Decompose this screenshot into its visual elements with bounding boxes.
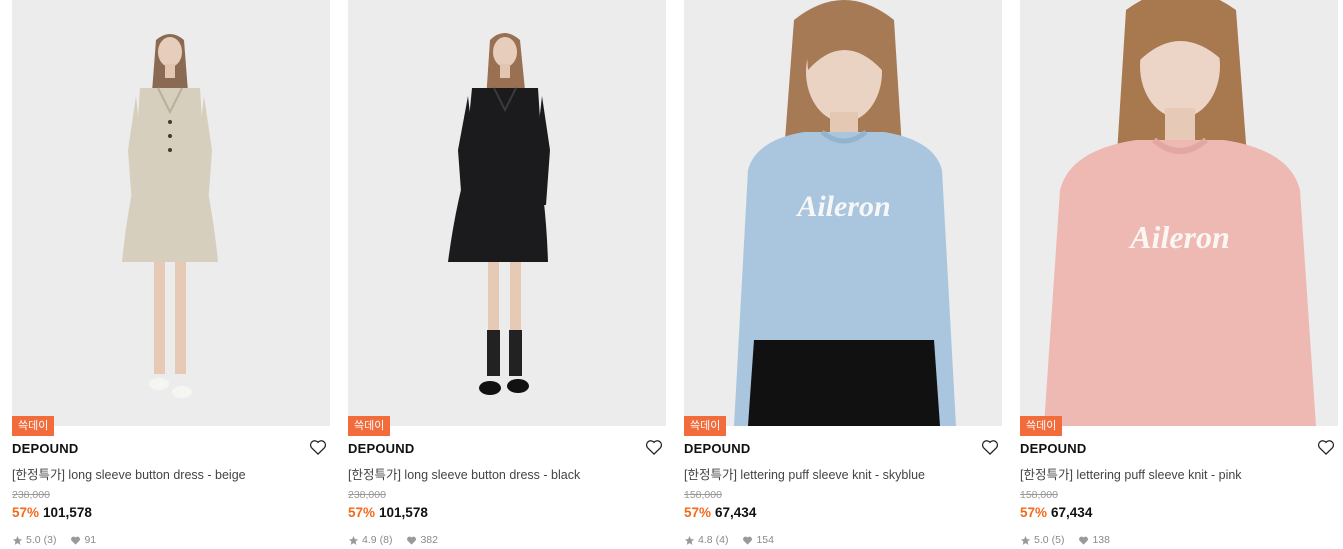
like-count-icon bbox=[1078, 535, 1089, 546]
star-icon bbox=[348, 535, 359, 546]
price-row: 57% 67,434 bbox=[1020, 505, 1092, 520]
discount-rate: 57% bbox=[1020, 505, 1048, 520]
product-stats: 5.0 (3) 91 bbox=[12, 534, 96, 546]
review-count: (3) bbox=[43, 534, 57, 546]
product-stats: 4.8 (4) 154 bbox=[684, 534, 774, 546]
product-card[interactable]: Aileron 쓱데이 DEPOUND [한정특가] lettering puf… bbox=[684, 0, 1002, 549]
like-count: 382 bbox=[420, 534, 438, 546]
heart-icon[interactable] bbox=[644, 437, 664, 457]
like-count-icon bbox=[742, 535, 753, 546]
product-card[interactable]: 쓱데이 DEPOUND [한정특가] long sleeve button dr… bbox=[348, 0, 666, 549]
product-name[interactable]: [한정특가] lettering puff sleeve knit - skyb… bbox=[684, 464, 925, 483]
rating-value: 4.8 bbox=[698, 534, 713, 546]
price-row: 57% 101,578 bbox=[12, 505, 92, 520]
original-price: 158,000 bbox=[1020, 489, 1058, 501]
star-icon bbox=[12, 535, 23, 546]
price-row: 57% 101,578 bbox=[348, 505, 428, 520]
original-price: 238,000 bbox=[12, 489, 50, 501]
sale-event-badge: 쓱데이 bbox=[684, 416, 727, 436]
review-count: (8) bbox=[379, 534, 393, 546]
heart-icon[interactable] bbox=[308, 437, 328, 457]
sale-event-badge: 쓱데이 bbox=[12, 416, 55, 436]
product-name[interactable]: [한정특가] long sleeve button dress - beige bbox=[12, 464, 246, 483]
discount-rate: 57% bbox=[684, 505, 712, 520]
brand-name[interactable]: DEPOUND bbox=[1020, 441, 1086, 456]
like-count-icon bbox=[406, 535, 417, 546]
like-count: 154 bbox=[756, 534, 774, 546]
sale-price: 67,434 bbox=[715, 505, 757, 520]
rating-value: 5.0 bbox=[26, 534, 41, 546]
price-row: 57% 67,434 bbox=[684, 505, 756, 520]
like-count-icon bbox=[70, 535, 81, 546]
product-card[interactable]: 쓱데이 DEPOUND [한정특가] long sleeve button dr… bbox=[12, 0, 330, 549]
product-image[interactable]: Aileron bbox=[684, 0, 1002, 426]
product-image[interactable] bbox=[12, 0, 330, 426]
review-count: (5) bbox=[1051, 534, 1065, 546]
sale-price: 67,434 bbox=[1051, 505, 1093, 520]
original-price: 158,000 bbox=[684, 489, 722, 501]
rating-value: 5.0 bbox=[1034, 534, 1049, 546]
sale-price: 101,578 bbox=[43, 505, 92, 520]
heart-icon[interactable] bbox=[1316, 437, 1336, 457]
heart-icon[interactable] bbox=[980, 437, 1000, 457]
product-stats: 5.0 (5) 138 bbox=[1020, 534, 1110, 546]
knit-lettering: Aileron bbox=[795, 190, 890, 223]
discount-rate: 57% bbox=[12, 505, 40, 520]
original-price: 238,000 bbox=[348, 489, 386, 501]
like-count: 138 bbox=[1092, 534, 1110, 546]
sale-price: 101,578 bbox=[379, 505, 428, 520]
brand-name[interactable]: DEPOUND bbox=[348, 441, 414, 456]
sale-event-badge: 쓱데이 bbox=[1020, 416, 1063, 436]
sale-event-badge: 쓱데이 bbox=[348, 416, 391, 436]
knit-lettering: Aileron bbox=[1128, 219, 1230, 255]
rating-value: 4.9 bbox=[362, 534, 377, 546]
brand-name[interactable]: DEPOUND bbox=[12, 441, 78, 456]
product-name[interactable]: [한정특가] lettering puff sleeve knit - pink bbox=[1020, 464, 1242, 483]
star-icon bbox=[684, 535, 695, 546]
star-icon bbox=[1020, 535, 1031, 546]
brand-name[interactable]: DEPOUND bbox=[684, 441, 750, 456]
review-count: (4) bbox=[715, 534, 729, 546]
like-count: 91 bbox=[84, 534, 97, 546]
product-image[interactable]: Aileron bbox=[1020, 0, 1338, 426]
discount-rate: 57% bbox=[348, 505, 376, 520]
product-name[interactable]: [한정특가] long sleeve button dress - black bbox=[348, 464, 580, 483]
product-card[interactable]: Aileron 쓱데이 DEPOUND [한정특가] lettering puf… bbox=[1020, 0, 1338, 549]
product-image[interactable] bbox=[348, 0, 666, 426]
product-stats: 4.9 (8) 382 bbox=[348, 534, 438, 546]
